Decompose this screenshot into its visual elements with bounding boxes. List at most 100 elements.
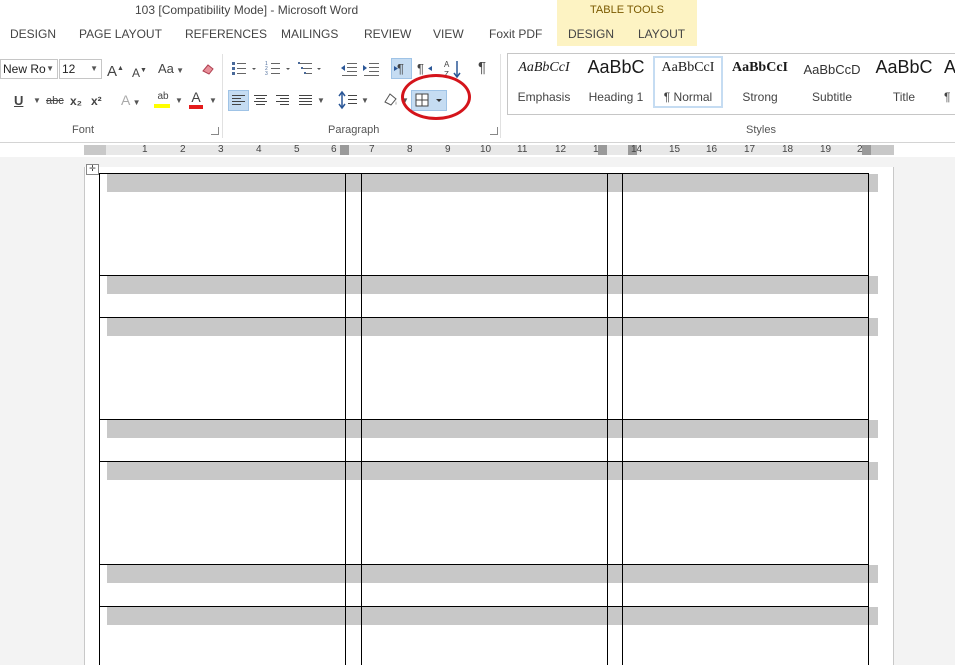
font-color-label: A	[191, 89, 201, 105]
table-row-shading	[107, 462, 878, 480]
style-more[interactable]: A ¶	[940, 56, 955, 108]
style-preview: AaBbC	[587, 57, 645, 77]
text-effects-icon[interactable]: A ▼	[121, 92, 140, 111]
font-dialog-launcher-icon[interactable]	[211, 127, 219, 135]
table-row-shading	[107, 174, 878, 192]
line-spacing-icon[interactable]	[338, 90, 358, 110]
font-color-icon[interactable]: A	[188, 89, 204, 109]
table-border	[99, 461, 869, 462]
chevron-down-icon[interactable]: ▼	[209, 96, 217, 105]
style-subtitle[interactable]: AaBbCcD Subtitle	[797, 56, 867, 108]
table-border	[868, 173, 869, 665]
style-preview: AaBbCcI	[731, 60, 788, 75]
table-border	[99, 275, 869, 276]
font-name-combo[interactable]: New Ro ▼	[0, 59, 58, 79]
table-border	[99, 173, 100, 665]
align-left-icon[interactable]	[228, 90, 249, 111]
font-name-value: New Ro	[3, 62, 46, 76]
ruler-margin-right	[871, 145, 894, 155]
style-name: ¶ Normal	[663, 90, 713, 104]
chevron-down-icon[interactable]: ▼	[361, 96, 369, 105]
table-border	[607, 173, 608, 665]
ltr-direction-icon[interactable]: ¶	[391, 58, 412, 79]
decrease-indent-icon[interactable]	[340, 60, 358, 78]
ruler-number: 17	[744, 144, 756, 155]
chevron-down-icon[interactable]: ▼	[46, 60, 54, 78]
change-case-icon[interactable]: Aa ▼	[158, 61, 184, 79]
strikethrough-icon[interactable]: abc	[46, 93, 64, 109]
ruler-margin-left	[84, 145, 106, 155]
bullets-icon[interactable]	[231, 60, 261, 78]
chevron-down-icon[interactable]: ▼	[90, 60, 98, 78]
style-name: Strong	[742, 90, 778, 104]
shading-icon[interactable]	[381, 90, 399, 110]
table-border	[345, 173, 346, 665]
subscript-icon[interactable]: x₂	[70, 93, 82, 109]
column-marker[interactable]	[862, 145, 871, 155]
column-marker[interactable]	[340, 145, 349, 155]
style-emphasis[interactable]: AaBbCcI Emphasis	[509, 56, 579, 108]
tab-view[interactable]: VIEW	[433, 27, 464, 41]
justify-icon[interactable]	[296, 91, 315, 110]
chevron-down-icon[interactable]: ▼	[33, 96, 41, 105]
align-center-icon[interactable]	[251, 91, 270, 110]
font-size-combo[interactable]: 12 ▼	[59, 59, 102, 79]
styles-group-label: Styles	[746, 124, 776, 136]
increase-indent-icon[interactable]	[362, 60, 380, 78]
style-name: Title	[892, 90, 916, 104]
style-title[interactable]: AaBbC Title	[869, 56, 939, 108]
ruler-number: 2	[180, 144, 186, 155]
tab-design[interactable]: DESIGN	[10, 27, 56, 41]
tab-table-design[interactable]: DESIGN	[568, 27, 614, 41]
table-border	[99, 564, 869, 565]
ruler-number: 7	[369, 144, 375, 155]
annotation-circle	[401, 74, 471, 120]
table-row-shading	[107, 276, 878, 294]
tab-mailings[interactable]: MAILINGS	[281, 27, 338, 41]
highlight-color-icon[interactable]: ab	[154, 91, 172, 109]
table-row-shading	[107, 565, 878, 583]
ruler-number: 10	[480, 144, 492, 155]
superscript-icon[interactable]: x²	[91, 93, 102, 109]
style-strong[interactable]: AaBbCcI Strong	[725, 56, 795, 108]
style-preview: AaBbCcI	[518, 60, 570, 75]
table-move-handle-icon[interactable]: ✛	[86, 164, 99, 175]
ruler-number: 3	[218, 144, 224, 155]
show-formatting-marks-icon[interactable]: ¶	[478, 60, 486, 76]
numbering-icon[interactable]: 123	[265, 60, 295, 78]
chevron-down-icon[interactable]: ▼	[317, 96, 325, 105]
multilevel-list-icon[interactable]	[298, 60, 328, 78]
ruler-number: 11	[517, 144, 528, 155]
style-heading-1[interactable]: AaBbC Heading 1	[580, 56, 652, 108]
table-row-shading	[107, 420, 878, 438]
underline-icon[interactable]: U	[14, 93, 23, 109]
tab-page-layout[interactable]: PAGE LAYOUT	[79, 27, 162, 41]
table-border	[99, 173, 869, 174]
shrink-font-icon[interactable]: A▼	[132, 63, 147, 81]
ruler-number: 6	[331, 144, 337, 155]
group-separator	[222, 54, 223, 138]
table-border	[99, 419, 869, 420]
font-group-label: Font	[72, 124, 95, 136]
tab-foxit-pdf[interactable]: Foxit PDF	[489, 27, 542, 41]
table-border	[99, 317, 869, 318]
tab-table-layout[interactable]: LAYOUT	[638, 27, 685, 41]
ruler-number: 12	[555, 144, 567, 155]
style-preview: AaBbC	[875, 57, 933, 77]
style-normal[interactable]: AaBbCcI ¶ Normal	[653, 56, 723, 108]
style-name: ¶	[944, 90, 951, 104]
style-name: Subtitle	[811, 90, 853, 104]
ruler-number: 16	[706, 144, 718, 155]
tab-review[interactable]: REVIEW	[364, 27, 411, 41]
clear-formatting-icon[interactable]	[201, 62, 215, 75]
align-right-icon[interactable]	[273, 91, 292, 110]
document-page[interactable]	[84, 167, 894, 665]
column-marker[interactable]	[598, 145, 607, 155]
highlight-label: ab	[157, 91, 169, 102]
paragraph-dialog-launcher-icon[interactable]	[490, 127, 498, 135]
grow-font-icon[interactable]: A▲	[107, 61, 124, 80]
chevron-down-icon[interactable]: ▼	[175, 96, 183, 105]
style-preview: AaBbCcI	[661, 60, 715, 75]
tab-references[interactable]: REFERENCES	[185, 27, 267, 41]
paragraph-group-label: Paragraph	[328, 124, 380, 136]
